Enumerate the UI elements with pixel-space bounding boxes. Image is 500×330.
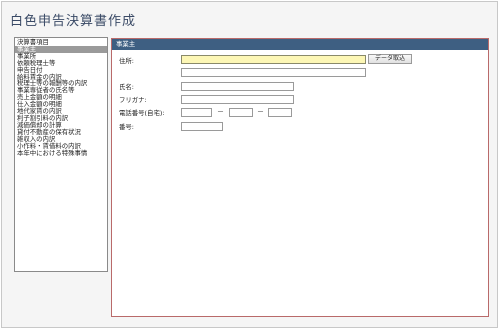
furigana-label: フリガナ: <box>119 96 147 104</box>
address-label: 住所: <box>119 57 134 65</box>
page-title: 白色申告決算書作成 <box>10 14 137 29</box>
phone-exchange-input[interactable] <box>229 108 253 117</box>
sidebar-item-special-circumstances[interactable]: 本年中における特殊事情 <box>15 149 107 157</box>
address-input[interactable] <box>181 55 366 64</box>
number-input[interactable] <box>181 122 223 131</box>
name-label: 氏名: <box>119 83 134 91</box>
address-line2-input[interactable] <box>181 68 366 77</box>
furigana-input[interactable] <box>181 95 294 104</box>
fetch-data-button[interactable]: データ取込 <box>368 54 412 64</box>
number-label: 番号: <box>119 123 134 131</box>
phone-number-input[interactable] <box>268 108 292 117</box>
phone-separator-2: － <box>257 108 264 116</box>
phone-area-input[interactable] <box>181 108 212 117</box>
phone-separator-1: － <box>217 108 224 116</box>
name-input[interactable] <box>181 82 294 91</box>
phone-label: 電話番号(自宅): <box>119 109 165 117</box>
sidebar-list[interactable]: 決算書項目 事業主 事業所 依頼税理士等 申告日付 給料賃金の内訳 税理士等の報… <box>14 37 108 272</box>
business-owner-panel: 事業主 住所: データ取込 氏名: フリガナ: 電話番号(自宅): － － 番号… <box>111 38 489 317</box>
panel-header: 事業主 <box>112 39 488 50</box>
app-window: 白色申告決算書作成 決算書項目 事業主 事業所 依頼税理士等 申告日付 給料賃金… <box>1 1 498 328</box>
